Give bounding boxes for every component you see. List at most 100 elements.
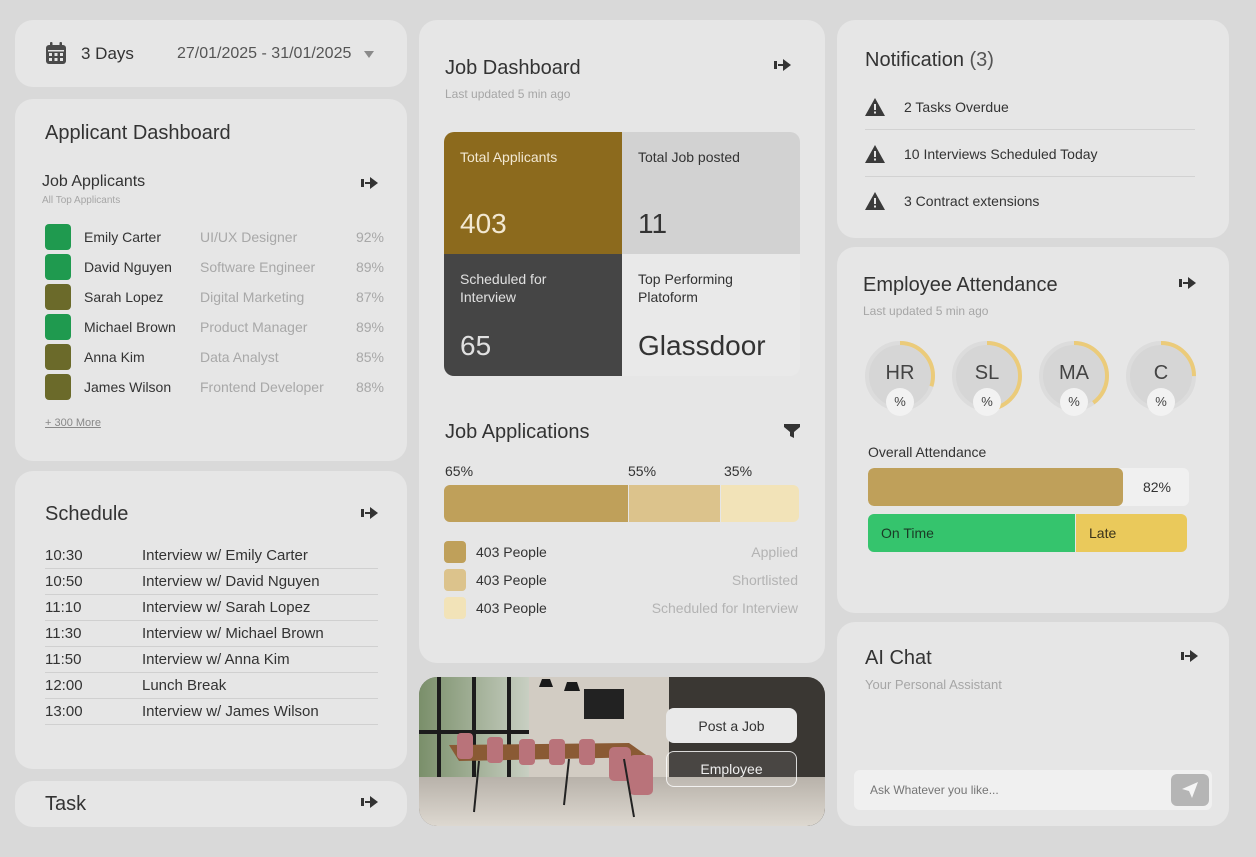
schedule-time: 13:00	[45, 703, 83, 720]
applied-percent: 65%	[445, 463, 474, 479]
scheduled-interview-value: 65	[460, 330, 492, 361]
applicant-role: Product Manager	[200, 319, 308, 335]
open-arrow-icon[interactable]	[361, 177, 379, 189]
department-gauge[interactable]: MA%	[1038, 340, 1110, 416]
applicant-name: Anna Kim	[84, 349, 145, 365]
dropdown-icon[interactable]	[363, 50, 375, 59]
applicant-score: 89%	[355, 319, 384, 335]
office-photo-card: Post a Job Employee	[419, 677, 825, 826]
gauge-label: C	[1153, 362, 1169, 384]
notification-title-text: Notification	[865, 49, 964, 71]
scheduled-interview-label: Scheduled for Interview	[460, 271, 547, 305]
open-arrow-icon[interactable]	[774, 59, 792, 71]
schedule-description: Interview w/ Emily Carter	[142, 547, 308, 564]
schedule-description: Interview w/ Michael Brown	[142, 625, 324, 642]
applicant-avatar	[45, 374, 71, 400]
schedule-time: 11:10	[45, 599, 82, 616]
warning-icon	[865, 144, 885, 163]
late-bar[interactable]: Late	[1076, 514, 1187, 552]
date-range: 27/01/2025 - 31/01/2025	[177, 45, 352, 62]
notification-card: Notification (3) 2 Tasks Overdue 10 Inter…	[837, 20, 1229, 238]
warning-icon	[865, 192, 885, 210]
applicant-row[interactable]: Michael Brown Product Manager 89%	[45, 314, 385, 340]
legend-swatch	[444, 597, 466, 619]
top-platform-tile[interactable]: Top Performing Platoform Glassdoor	[622, 254, 800, 376]
open-arrow-icon[interactable]	[1181, 650, 1199, 662]
legend-swatch	[444, 569, 466, 591]
job-applicants-title: Job Applicants	[42, 173, 146, 190]
employee-button[interactable]: Employee	[666, 751, 797, 787]
schedule-row[interactable]: 12:00 Lunch Break	[45, 673, 378, 699]
date-filter-card[interactable]: 3 Days 27/01/2025 - 31/01/2025	[15, 20, 407, 87]
calendar-icon	[46, 42, 66, 64]
applicant-avatar	[45, 224, 71, 250]
total-applicants-value: 403	[460, 208, 507, 239]
attendance-updated: Last updated 5 min ago	[863, 304, 989, 318]
schedule-row[interactable]: 11:50 Interview w/ Anna Kim	[45, 647, 378, 673]
filter-icon[interactable]	[784, 424, 800, 439]
applicant-score: 89%	[355, 259, 384, 275]
gauge-percent: %	[1147, 388, 1175, 416]
scheduled-interview-tile[interactable]: Scheduled for Interview 65	[444, 254, 622, 376]
applicant-row[interactable]: David Nguyen Software Engineer 89%	[45, 254, 385, 280]
employee-attendance-card: Employee Attendance Last updated 5 min a…	[837, 247, 1229, 613]
notification-text: 10 Interviews Scheduled Today	[904, 145, 1098, 162]
applicant-dashboard-card: Applicant Dashboard Job Applicants All T…	[15, 99, 407, 461]
applicant-score: 92%	[355, 229, 384, 245]
job-dashboard-updated: Last updated 5 min ago	[445, 87, 571, 101]
total-applicants-tile[interactable]: Total Applicants 403	[444, 132, 622, 254]
legend-count: 403 People	[476, 600, 547, 616]
schedule-time: 12:00	[45, 677, 83, 694]
more-applicants-link[interactable]: + 300 More	[45, 417, 101, 429]
total-jobs-tile[interactable]: Total Job posted 11	[622, 132, 800, 254]
applicant-name: James Wilson	[84, 379, 172, 395]
open-arrow-icon[interactable]	[361, 507, 379, 519]
applicant-row[interactable]: James Wilson Frontend Developer 88%	[45, 374, 385, 400]
applicant-row[interactable]: Sarah Lopez Digital Marketing 87%	[45, 284, 385, 310]
job-dashboard-card: Job Dashboard Last updated 5 min ago Tot…	[419, 20, 825, 663]
applied-bar	[444, 485, 628, 522]
notification-item[interactable]: 10 Interviews Scheduled Today	[865, 131, 1195, 177]
applicant-role: Digital Marketing	[200, 289, 305, 305]
total-jobs-value: 11	[638, 208, 668, 239]
ai-chat-input[interactable]	[854, 770, 1212, 810]
applicant-name: David Nguyen	[84, 259, 172, 275]
task-card: Task	[15, 781, 407, 827]
notification-title: Notification (3)	[865, 49, 994, 72]
department-gauge[interactable]: C%	[1125, 340, 1197, 416]
department-gauge[interactable]: SL%	[951, 340, 1023, 416]
range-label: 3 Days	[81, 44, 134, 63]
shortlisted-percent: 55%	[628, 463, 657, 479]
schedule-row[interactable]: 10:50 Interview w/ David Nguyen	[45, 569, 378, 595]
top-platform-label: Top Performing Platoform	[638, 271, 733, 305]
on-time-label: On Time	[881, 525, 934, 541]
schedule-row[interactable]: 13:00 Interview w/ James Wilson	[45, 699, 378, 725]
legend-status: Applied	[751, 544, 798, 560]
schedule-row[interactable]: 11:30 Interview w/ Michael Brown	[45, 621, 378, 647]
applicant-score: 88%	[355, 379, 384, 395]
shortlisted-bar	[629, 485, 720, 522]
applicant-role: Software Engineer	[200, 259, 316, 275]
applicant-name: Sarah Lopez	[84, 289, 164, 305]
legend-status: Shortlisted	[731, 572, 798, 588]
notification-item[interactable]: 2 Tasks Overdue	[865, 84, 1195, 130]
schedule-description: Interview w/ Sarah Lopez	[142, 599, 311, 616]
applicant-score: 85%	[355, 349, 384, 365]
applicant-row[interactable]: Emily Carter UI/UX Designer 92%	[45, 224, 385, 250]
send-button[interactable]	[1171, 774, 1209, 806]
post-job-button[interactable]: Post a Job	[666, 708, 797, 743]
schedule-description: Interview w/ David Nguyen	[142, 573, 320, 590]
applicant-avatar	[45, 284, 71, 310]
open-arrow-icon[interactable]	[361, 796, 379, 808]
overall-attendance-track: 82%	[868, 468, 1189, 506]
notification-item[interactable]: 3 Contract extensions	[865, 178, 1195, 224]
on-time-bar[interactable]: On Time	[868, 514, 1075, 552]
schedule-card: Schedule 10:30 Interview w/ Emily Carter 1…	[15, 471, 407, 769]
schedule-row[interactable]: 10:30 Interview w/ Emily Carter	[45, 543, 378, 569]
applicant-row[interactable]: Anna Kim Data Analyst 85%	[45, 344, 385, 370]
applicant-avatar	[45, 344, 71, 370]
open-arrow-icon[interactable]	[1179, 277, 1197, 289]
department-gauge[interactable]: HR%	[864, 340, 936, 416]
schedule-row[interactable]: 11:10 Interview w/ Sarah Lopez	[45, 595, 378, 621]
late-label: Late	[1089, 525, 1117, 541]
